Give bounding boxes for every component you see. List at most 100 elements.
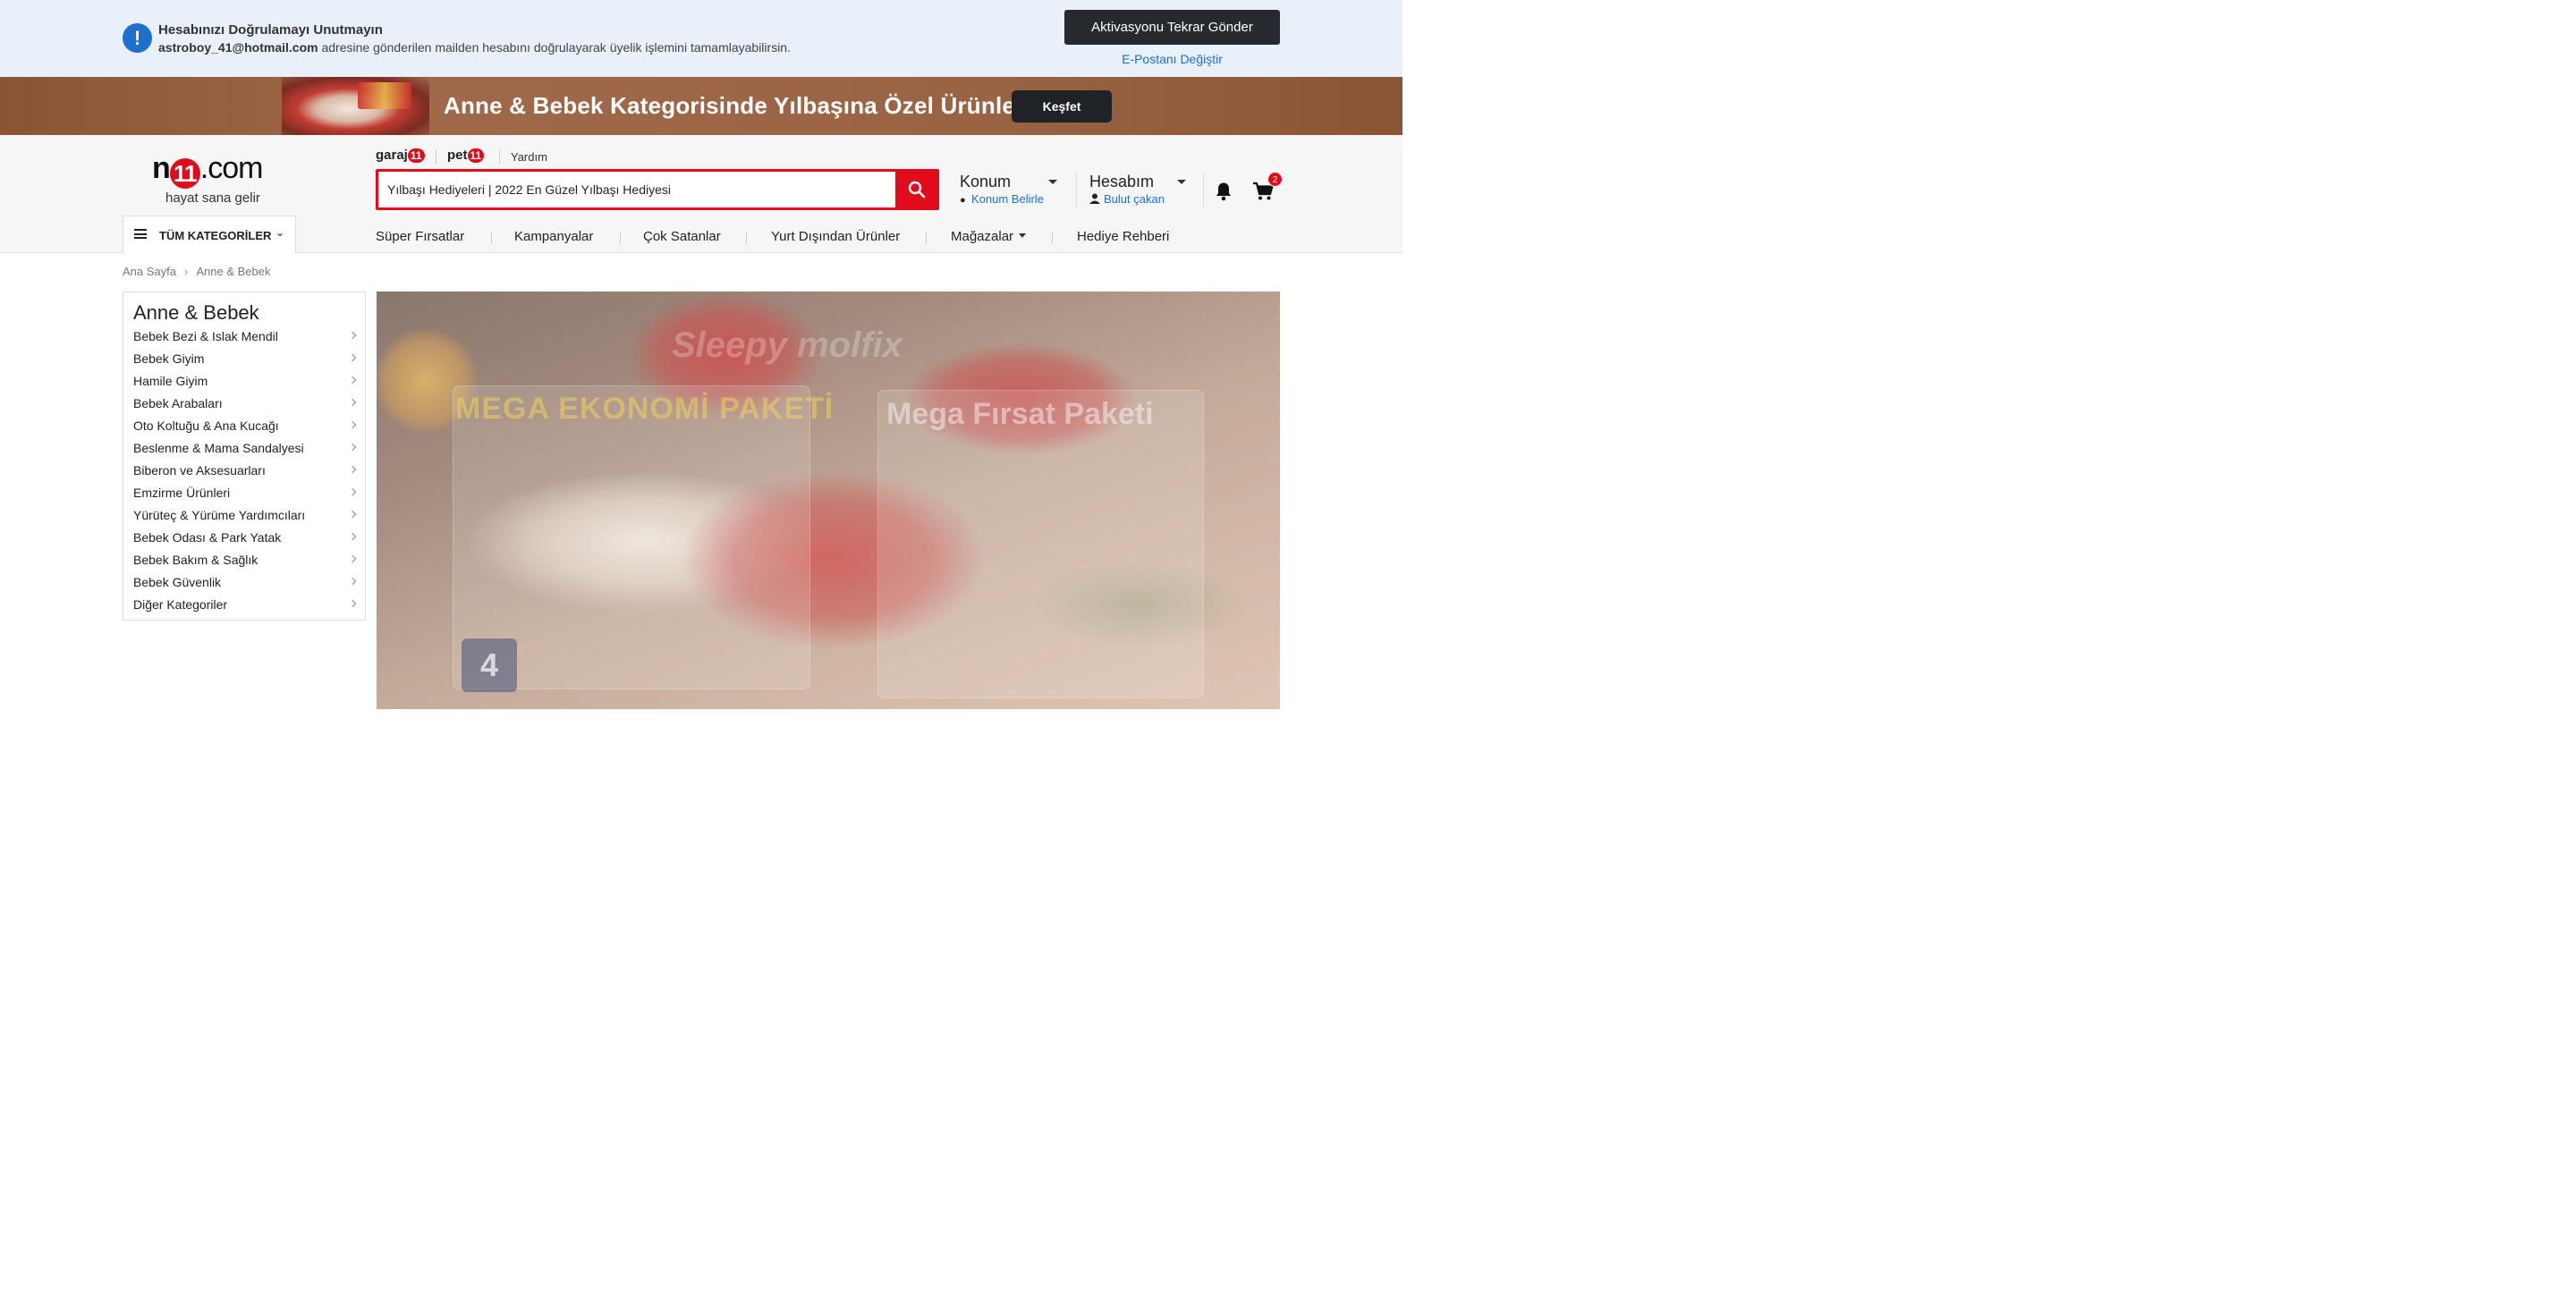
location-selector[interactable]: Konum ● Konum Belirle <box>960 173 1057 206</box>
category-item-label: Emzirme Ürünleri <box>133 486 231 500</box>
logo-tagline: hayat sana gelir <box>165 190 260 206</box>
category-item[interactable]: Oto Koltuğu & Ana Kucağı <box>123 417 365 439</box>
category-panel: Anne & Bebek Bebek Bezi & Islak Mendil B… <box>123 292 366 621</box>
promo-explore-button[interactable]: Keşfet <box>1012 90 1112 123</box>
category-item[interactable]: Bebek Arabaları <box>123 394 365 417</box>
logo-suffix: .com <box>199 151 264 185</box>
chevron-right-icon <box>348 599 357 608</box>
hero-mega-deal-text: Mega Fırsat Paketi <box>886 397 1154 431</box>
promo-text: Anne & Bebek Kategorisinde Yılbaşına Öze… <box>444 92 1025 119</box>
sublink-divider <box>499 149 500 164</box>
category-item-label: Bebek Odası & Park Yatak <box>133 530 282 545</box>
garaj-badge: 11 <box>407 148 425 163</box>
chevron-right-icon <box>348 353 357 362</box>
nav-stores-label: Mağazalar <box>951 229 1014 244</box>
cart-count-badge: 2 <box>1267 172 1283 187</box>
hamburger-icon <box>134 229 147 239</box>
site-header: n 11 .com hayat sana gelir TÜM KATEGORİLER… <box>0 135 1402 253</box>
page: ! Hesabınızı Doğrulamayı Unutmayın astro… <box>0 0 1402 709</box>
category-item[interactable]: Diğer Kategoriler <box>123 596 365 618</box>
category-item[interactable]: Bebek Bezi & Islak Mendil <box>123 327 365 350</box>
category-item[interactable]: Emzirme Ürünleri <box>123 484 365 506</box>
nav-divider <box>926 232 927 244</box>
hero-brand-text: Sleepy molfix <box>672 326 902 365</box>
category-item[interactable]: Biberon ve Aksesuarları <box>123 461 365 484</box>
hero-size-badge: 4 <box>462 638 517 692</box>
verification-bar: ! Hesabınızı Doğrulamayı Unutmayın astro… <box>0 0 1402 77</box>
bell-icon <box>1216 182 1231 201</box>
location-pin-icon: ● <box>960 195 966 206</box>
search-icon <box>908 181 926 199</box>
cart-button[interactable]: 2 <box>1252 172 1283 206</box>
all-categories-label: TÜM KATEGORİLER <box>159 229 272 242</box>
category-item-label: Bebek Giyim <box>133 351 205 366</box>
breadcrumb: Ana Sayfa › Anne & Bebek <box>123 265 270 278</box>
hero-banner[interactable]: Sleepy molfix MEGA EKONOMİ PAKETİ Mega F… <box>377 292 1280 709</box>
category-item-label: Oto Koltuğu & Ana Kucağı <box>133 418 279 433</box>
nav-super-deals[interactable]: Süper Fırsatlar <box>376 229 464 244</box>
search-button[interactable] <box>895 169 939 210</box>
category-item[interactable]: Hamile Giyim <box>123 372 365 394</box>
account-menu[interactable]: Hesabım Bulut çakan <box>1089 173 1186 206</box>
logo-wordmark: n 11 .com <box>152 151 264 189</box>
breadcrumb-home[interactable]: Ana Sayfa <box>123 265 176 278</box>
chevron-right-icon <box>348 487 357 496</box>
category-item[interactable]: Bebek Güvenlik <box>123 573 365 596</box>
caret-down-icon <box>1177 180 1186 184</box>
category-item-label: Bebek Bezi & Islak Mendil <box>133 329 278 343</box>
account-username: Bulut çakan <box>1104 192 1165 206</box>
account-title: Hesabım <box>1089 173 1155 190</box>
chevron-right-icon <box>348 532 357 541</box>
nav-divider <box>1052 232 1053 244</box>
account-subtitle: Bulut çakan <box>1089 192 1165 206</box>
all-categories-button[interactable]: TÜM KATEGORİLER ⌄ <box>123 216 296 253</box>
chevron-right-icon <box>348 554 357 563</box>
category-item-label: Biberon ve Aksesuarları <box>133 463 266 478</box>
nav-best-sellers[interactable]: Çok Satanlar <box>643 229 721 244</box>
chevron-right-icon <box>348 510 357 519</box>
header-divider <box>1203 173 1204 207</box>
garaj11-link[interactable]: garaj 11 <box>376 148 425 163</box>
category-item-label: Beslenme & Mama Sandalyesi <box>133 441 304 455</box>
nav-international-products[interactable]: Yurt Dışından Ürünler <box>771 229 900 244</box>
breadcrumb-current[interactable]: Anne & Bebek <box>196 265 270 278</box>
category-item[interactable]: Bebek Bakım & Sağlık <box>123 551 365 573</box>
resend-activation-button[interactable]: Aktivasyonu Tekrar Gönder <box>1064 10 1280 45</box>
user-icon <box>1089 193 1100 204</box>
ladybug-icon: 11 <box>169 158 200 189</box>
verification-message: astroboy_41@hotmail.com adresine gönderi… <box>158 40 791 55</box>
category-item[interactable]: Yürüteç & Yürüme Yardımcıları <box>123 506 365 528</box>
verification-email: astroboy_41@hotmail.com <box>158 40 318 55</box>
category-item-label: Bebek Bakım & Sağlık <box>133 553 258 567</box>
verification-title: Hesabınızı Doğrulamayı Unutmayın <box>158 22 383 38</box>
hero-mega-economy-text: MEGA EKONOMİ PAKETİ <box>455 392 835 426</box>
nav-stores[interactable]: Mağazalar <box>951 229 1027 244</box>
search-bar <box>376 169 939 210</box>
search-input[interactable] <box>387 179 888 200</box>
chevron-right-icon <box>348 465 357 474</box>
category-item[interactable]: Bebek Odası & Park Yatak <box>123 528 365 551</box>
location-title: Konum <box>960 173 1012 190</box>
nav-gift-guide[interactable]: Hediye Rehberi <box>1077 229 1169 244</box>
chevron-right-icon <box>348 420 357 429</box>
garaj-text: garaj <box>376 148 408 163</box>
change-email-link[interactable]: E-Postanı Değiştir <box>1064 52 1280 66</box>
notifications-button[interactable] <box>1215 182 1233 206</box>
chevron-right-icon <box>348 398 357 407</box>
site-logo[interactable]: n 11 .com hayat sana gelir <box>152 146 277 208</box>
category-item-label: Bebek Arabaları <box>133 396 223 410</box>
logo-prefix: n <box>152 151 171 185</box>
category-item-label: Bebek Güvenlik <box>133 575 222 589</box>
pet11-link[interactable]: pet 11 <box>447 148 485 163</box>
category-title: Anne & Bebek <box>133 301 259 324</box>
nav-campaigns[interactable]: Kampanyalar <box>514 229 593 244</box>
promo-gift-image <box>358 82 411 109</box>
promo-banner[interactable]: Anne & Bebek Kategorisinde Yılbaşına Öze… <box>0 77 1402 135</box>
category-item[interactable]: Beslenme & Mama Sandalyesi <box>123 439 365 461</box>
help-link[interactable]: Yardım <box>511 150 547 164</box>
chevron-right-icon: › <box>184 265 189 278</box>
nav-divider <box>746 232 747 244</box>
chevron-right-icon <box>348 376 357 385</box>
caret-down-icon <box>1019 233 1027 238</box>
category-item[interactable]: Bebek Giyim <box>123 350 365 372</box>
